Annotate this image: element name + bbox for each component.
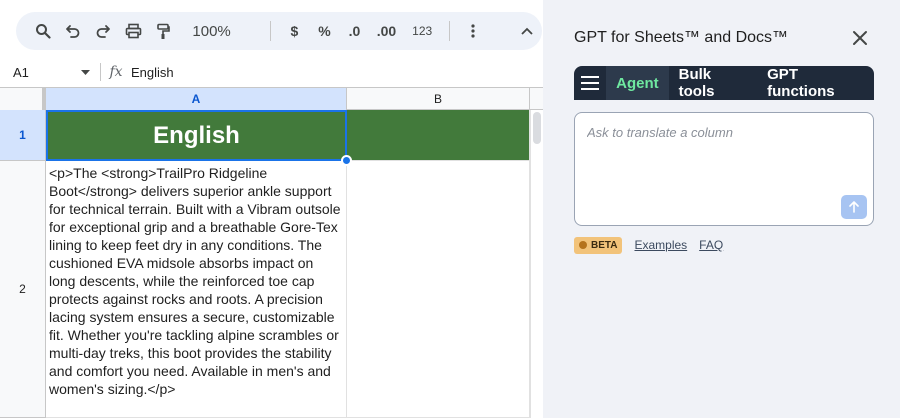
search-icon[interactable] [28,16,58,46]
close-icon[interactable] [848,26,872,50]
column-header-a[interactable]: A [46,88,347,110]
chevron-up-icon[interactable] [512,16,542,46]
prompt-input[interactable] [587,125,847,140]
tab-bulk-tools[interactable]: Bulk tools [669,66,758,100]
beta-label: BETA [591,239,618,251]
cell-b1[interactable] [347,110,530,161]
redo-icon[interactable] [88,16,118,46]
fx-icon: fx [109,64,123,80]
decrease-decimal-label: .0 [348,23,361,39]
row-header-1[interactable]: 1 [0,110,46,161]
increase-decimal-button[interactable]: .00 [370,16,404,46]
beta-badge: BETA [574,236,623,254]
tab-agent[interactable]: Agent [606,66,669,100]
cell-a1[interactable]: English [46,110,347,161]
more-vertical-icon[interactable] [458,16,488,46]
tab-gpt-functions[interactable]: GPT functions [757,66,874,100]
send-button[interactable] [841,195,867,219]
print-icon[interactable] [118,16,148,46]
beta-dot-icon [579,241,587,249]
hamburger-menu-icon[interactable] [574,66,606,100]
column-headers: A B [0,87,543,110]
examples-link[interactable]: Examples [634,238,687,252]
number-format-button[interactable]: 123 [403,16,441,46]
fill-handle[interactable] [341,155,352,166]
gpt-side-panel: GPT for Sheets™ and Docs™ Agent Bulk too… [558,10,890,418]
arrow-up-icon [849,201,859,213]
cell-grid: 1 2 English <p>The <strong>TrailPro Ridg… [0,110,530,418]
scrollbar-thumb[interactable] [533,112,541,144]
cell-a2[interactable]: <p>The <strong>TrailPro Ridgeline Boot</… [46,161,347,418]
vertical-scrollbar[interactable] [530,110,543,418]
panel-tabs: Agent Bulk tools GPT functions [574,66,874,100]
increase-decimal-label: .00 [376,23,397,39]
formula-input[interactable]: English [131,65,174,80]
panel-meta-row: BETA Examples FAQ [574,236,723,254]
toolbar: 100% $ % .0 .00 123 [16,12,542,50]
panel-title: GPT for Sheets™ and Docs™ [574,29,789,46]
faq-link[interactable]: FAQ [699,238,723,252]
select-all-corner[interactable] [0,88,46,110]
chevron-down-icon [81,69,90,75]
paint-format-icon[interactable] [148,16,178,46]
decrease-decimal-button[interactable]: .0 [339,16,369,46]
currency-format-button[interactable]: $ [279,16,309,46]
percent-format-button[interactable]: % [309,16,339,46]
prompt-box [574,112,874,226]
cell-b2[interactable] [347,161,530,418]
spreadsheet-area: 100% $ % .0 .00 123 A1 fx English A B 1 … [0,0,543,418]
cell-reference: A1 [13,64,29,80]
formula-bar: A1 fx English [0,58,543,86]
name-box[interactable]: A1 [0,58,100,86]
app-window: 100% $ % .0 .00 123 A1 fx English A B 1 … [0,0,900,418]
column-header-b[interactable]: B [347,88,530,110]
zoom-value: 100% [192,22,231,40]
toolbar-divider [448,21,450,41]
zoom-select[interactable]: 100% [178,16,248,46]
undo-icon[interactable] [58,16,88,46]
row-header-2[interactable]: 2 [0,161,46,418]
toolbar-divider [270,21,272,41]
